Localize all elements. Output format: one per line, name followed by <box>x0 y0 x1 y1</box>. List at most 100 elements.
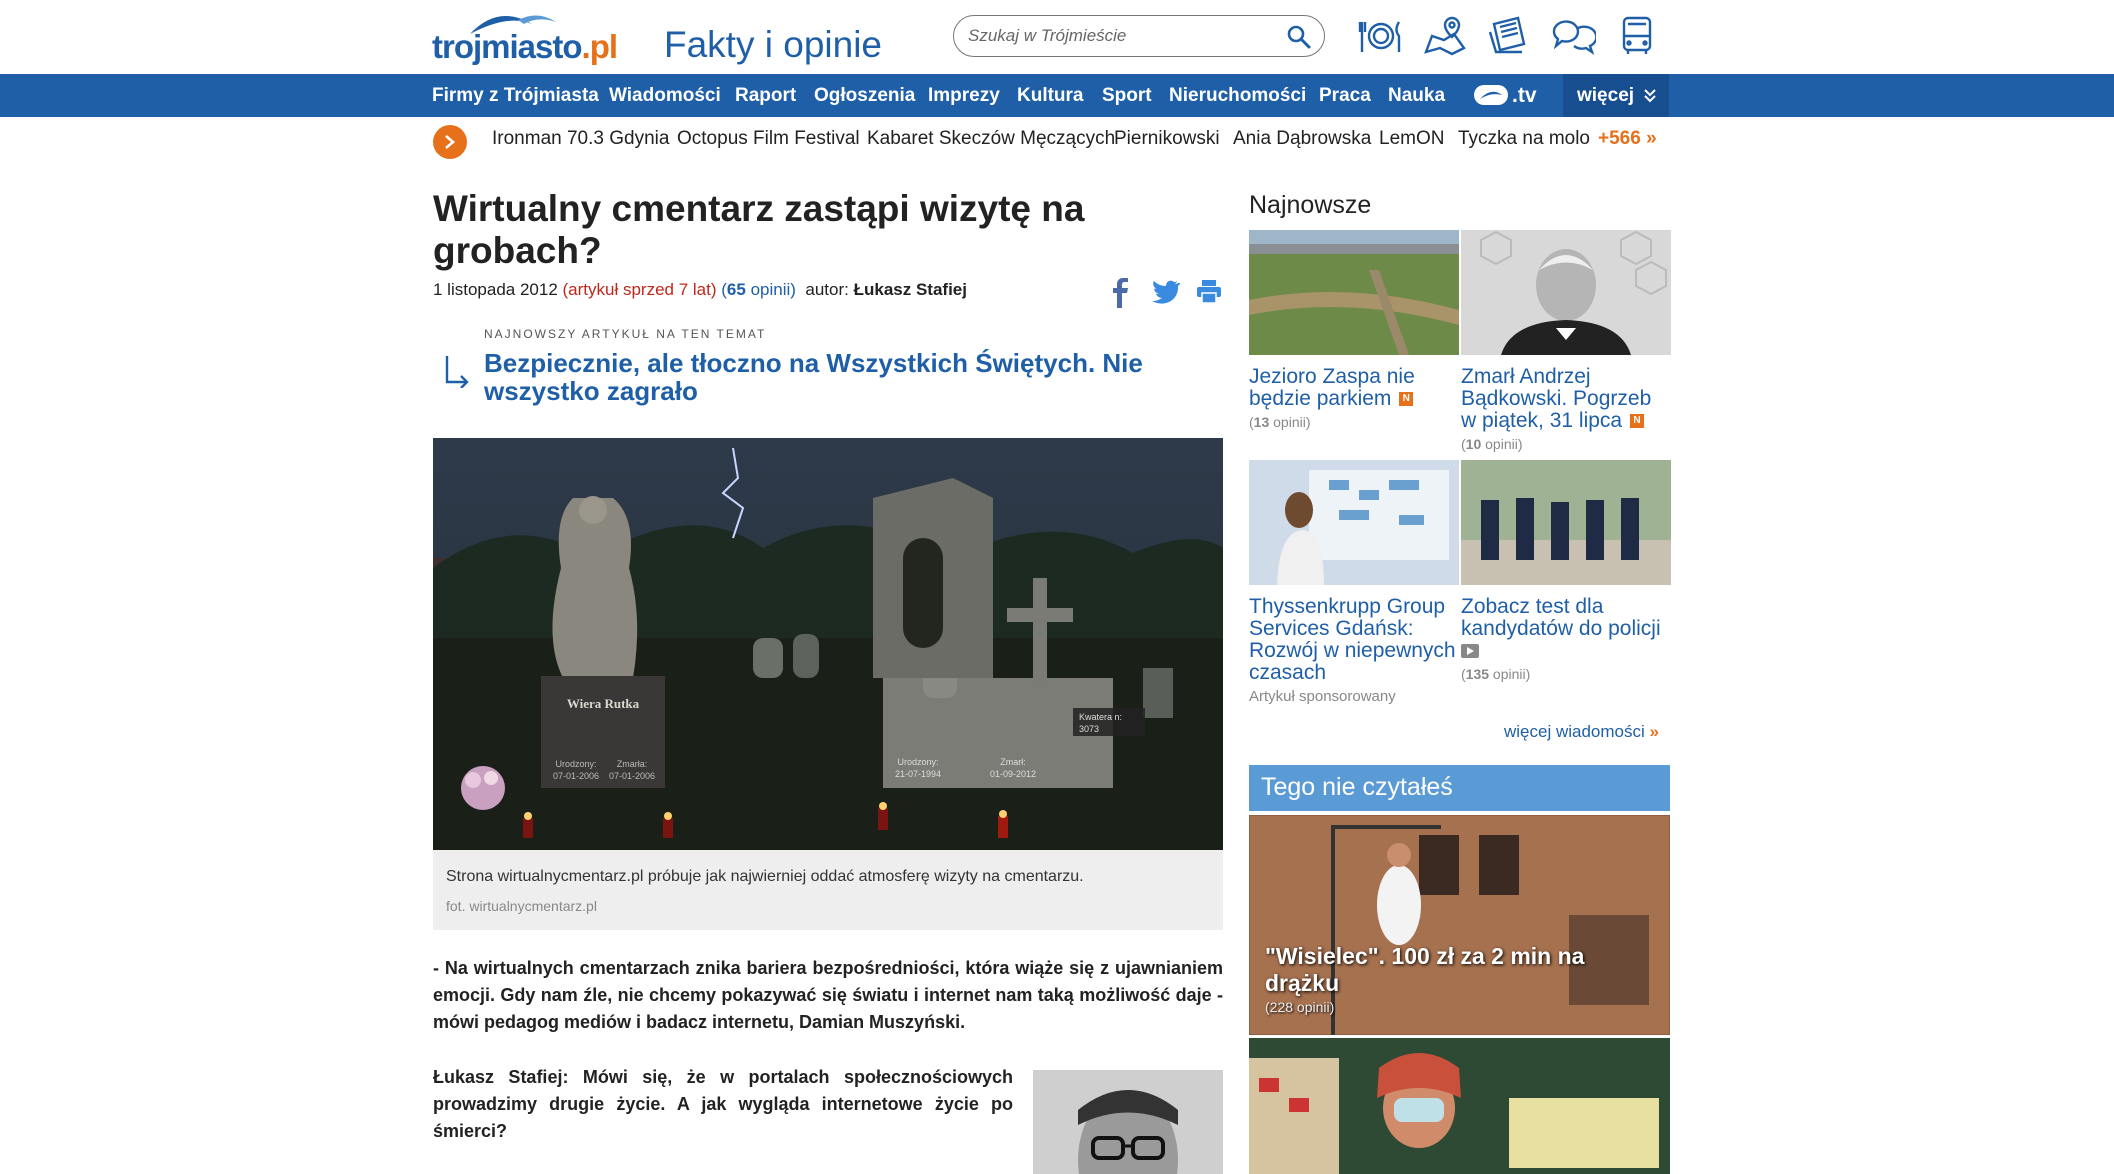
nav-item-sport[interactable]: Sport <box>1102 85 1152 107</box>
grave-died-date: 07-01-2006 <box>609 771 655 781</box>
double-chevron-down-icon <box>1644 89 1656 103</box>
trending-item[interactable]: LemON <box>1379 128 1444 150</box>
article-opinions-link[interactable]: (65 opinii) <box>721 280 796 299</box>
twitter-icon[interactable] <box>1150 278 1180 306</box>
news-card-image[interactable] <box>1461 460 1671 585</box>
article-date: 1 listopada 2012 <box>433 280 558 299</box>
new-badge: N <box>1399 392 1414 407</box>
grave-born-date: 07-01-2006 <box>553 771 599 781</box>
trending-bar: Ironman 70.3 Gdynia Octopus Film Festiva… <box>0 117 2114 163</box>
sponsored-label: Artykuł sponsorowany <box>1249 688 1396 705</box>
unread-card-image <box>1249 1038 1670 1174</box>
related-label: NAJNOWSZY ARTYKUŁ NA TEN TEMAT <box>484 327 767 341</box>
trending-item[interactable]: Ania Dąbrowska <box>1233 128 1371 150</box>
office-photo <box>1249 460 1459 585</box>
nav-item-praca[interactable]: Praca <box>1319 85 1371 107</box>
article-author[interactable]: Łukasz Stafiej <box>854 280 967 299</box>
nav-item-wiadomosci[interactable]: Wiadomości <box>609 85 721 107</box>
article-title: Wirtualny cmentarz zastąpi wizytę na gro… <box>433 188 1085 271</box>
portrait-illustration <box>1033 1070 1223 1174</box>
plot-number: 3073 <box>1079 724 1099 734</box>
nav-item-ogloszenia[interactable]: Ogłoszenia <box>814 85 915 107</box>
search-box[interactable] <box>953 15 1325 57</box>
site-header: trojmiasto.pl Fakty i opinie <box>0 0 2114 74</box>
nav-item-kultura[interactable]: Kultura <box>1017 85 1084 107</box>
double-arrow-right-icon: » <box>1649 722 1659 741</box>
photo-credit: fot. wirtualnycmentarz.pl <box>446 898 597 914</box>
portrait-photo <box>1461 230 1671 355</box>
photo-caption-box: Strona wirtualnycmentarz.pl próbuje jak … <box>433 850 1223 930</box>
video-icon <box>1461 644 1479 659</box>
interviewee-photo <box>1033 1070 1223 1174</box>
main-nav: Firmy z Trójmiasta Wiadomości Raport Ogł… <box>0 74 2114 117</box>
trending-item[interactable]: Piernikowski <box>1114 128 1220 150</box>
unread-card[interactable] <box>1249 1038 1670 1174</box>
tv-logo-icon[interactable] <box>1474 85 1508 105</box>
arrow-turn-right-icon <box>445 356 469 388</box>
new-badge: N <box>1629 414 1644 429</box>
nav-item-nieruchomosci[interactable]: Nieruchomości <box>1169 85 1306 107</box>
related-article-link[interactable]: Bezpiecznie, ale tłoczno na Wszystkich Ś… <box>484 349 1184 405</box>
news-card-opinions[interactable]: (10 opinii) <box>1461 436 1523 452</box>
trending-item[interactable]: Octopus Film Festival <box>677 128 860 150</box>
article-lead: - Na wirtualnych cmentarzach znika barie… <box>433 958 1223 1032</box>
nav-item-imprezy[interactable]: Imprezy <box>928 85 1000 107</box>
photo-caption: Strona wirtualnycmentarz.pl próbuje jak … <box>446 868 1084 885</box>
nav-item-tv[interactable]: .tv <box>1512 84 1537 108</box>
trending-arrow-button[interactable] <box>433 125 467 159</box>
grave-born-label: Urodzony: <box>555 759 596 769</box>
section-title[interactable]: Fakty i opinie <box>664 24 882 66</box>
grave2-died-date: 01-09-2012 <box>990 769 1036 779</box>
map-icon[interactable] <box>1422 14 1468 58</box>
logo-text: trojmiasto.pl <box>432 28 618 65</box>
unread-card-title[interactable]: "Wisielec". 100 zł za 2 min na drążku <box>1265 943 1625 997</box>
trending-item[interactable]: Kabaret Skeczów Męczących <box>867 128 1115 150</box>
news-card-image[interactable] <box>1249 460 1459 585</box>
aerial-photo <box>1249 230 1459 355</box>
plot-label: Kwatera n: <box>1079 712 1122 722</box>
chat-icon[interactable] <box>1550 14 1596 58</box>
trending-item[interactable]: Tyczka na molo <box>1458 128 1590 150</box>
news-card-image[interactable] <box>1249 230 1459 355</box>
news-card-title[interactable]: Thyssenkrupp Group Services Gdańsk: Rozw… <box>1249 596 1459 708</box>
police-photo <box>1461 460 1671 585</box>
print-icon[interactable] <box>1196 278 1222 304</box>
unread-card[interactable]: "Wisielec". 100 zł za 2 min na drążku (2… <box>1249 815 1670 1035</box>
nav-more-label: więcej <box>1577 85 1635 106</box>
facebook-icon[interactable] <box>1112 278 1130 308</box>
grave-name: Wiera Rutka <box>567 696 640 711</box>
trending-more-link[interactable]: +566 » <box>1598 128 1657 150</box>
news-card-title[interactable]: Jezioro Zaspa nie będzie parkiem N (13 op… <box>1249 366 1459 433</box>
food-icon[interactable] <box>1358 14 1404 58</box>
news-card-opinions[interactable]: (135 opinii) <box>1461 666 1530 682</box>
article-age: (artykuł sprzed 7 lat) <box>562 280 717 299</box>
unread-heading: Tego nie czytałeś <box>1261 773 1453 801</box>
bus-icon[interactable] <box>1614 14 1660 58</box>
nav-item-raport[interactable]: Raport <box>735 85 796 107</box>
grave-died-label: Zmarła: <box>617 759 648 769</box>
more-news-link[interactable]: więcej wiadomości » <box>1504 722 1659 742</box>
nav-more-button[interactable]: więcej <box>1563 74 1669 117</box>
grave2-died-label: Zmarł: <box>1000 757 1026 767</box>
news-card-image[interactable] <box>1461 230 1671 355</box>
search-input[interactable] <box>968 24 1268 48</box>
news-card-opinions[interactable]: (13 opinii) <box>1249 414 1311 430</box>
grave2-born-date: 21-07-1994 <box>895 769 941 779</box>
nav-item-firmy[interactable]: Firmy z Trójmiasta <box>432 85 599 107</box>
newspaper-icon[interactable] <box>1486 14 1532 58</box>
author-label: autor: <box>805 280 849 299</box>
grave2-born-label: Urodzony: <box>897 757 938 767</box>
trending-item[interactable]: Ironman 70.3 Gdynia <box>492 128 669 150</box>
tv-swoosh-icon <box>1480 91 1502 99</box>
site-logo[interactable]: trojmiasto.pl <box>432 10 618 66</box>
news-card-title[interactable]: Zobacz test dla kandydatów do policji (13… <box>1461 596 1671 685</box>
nav-item-nauka[interactable]: Nauka <box>1388 85 1445 107</box>
unread-card-opinions[interactable]: (228 opinii) <box>1265 999 1334 1015</box>
news-card-title[interactable]: Zmarł Andrzej Bądkowski. Pogrzeb w piąte… <box>1461 366 1671 455</box>
article-meta: 1 listopada 2012 (artykuł sprzed 7 lat) … <box>433 280 967 300</box>
article-photo[interactable]: Wiera Rutka Urodzony: 07-01-2006 Zmarła:… <box>433 438 1223 850</box>
latest-heading: Najnowsze <box>1249 191 1372 219</box>
search-icon[interactable] <box>1286 24 1312 50</box>
chevron-right-icon <box>445 135 455 149</box>
page: trojmiasto.pl Fakty i opinie Szukaj w Tr… <box>0 0 2114 1174</box>
